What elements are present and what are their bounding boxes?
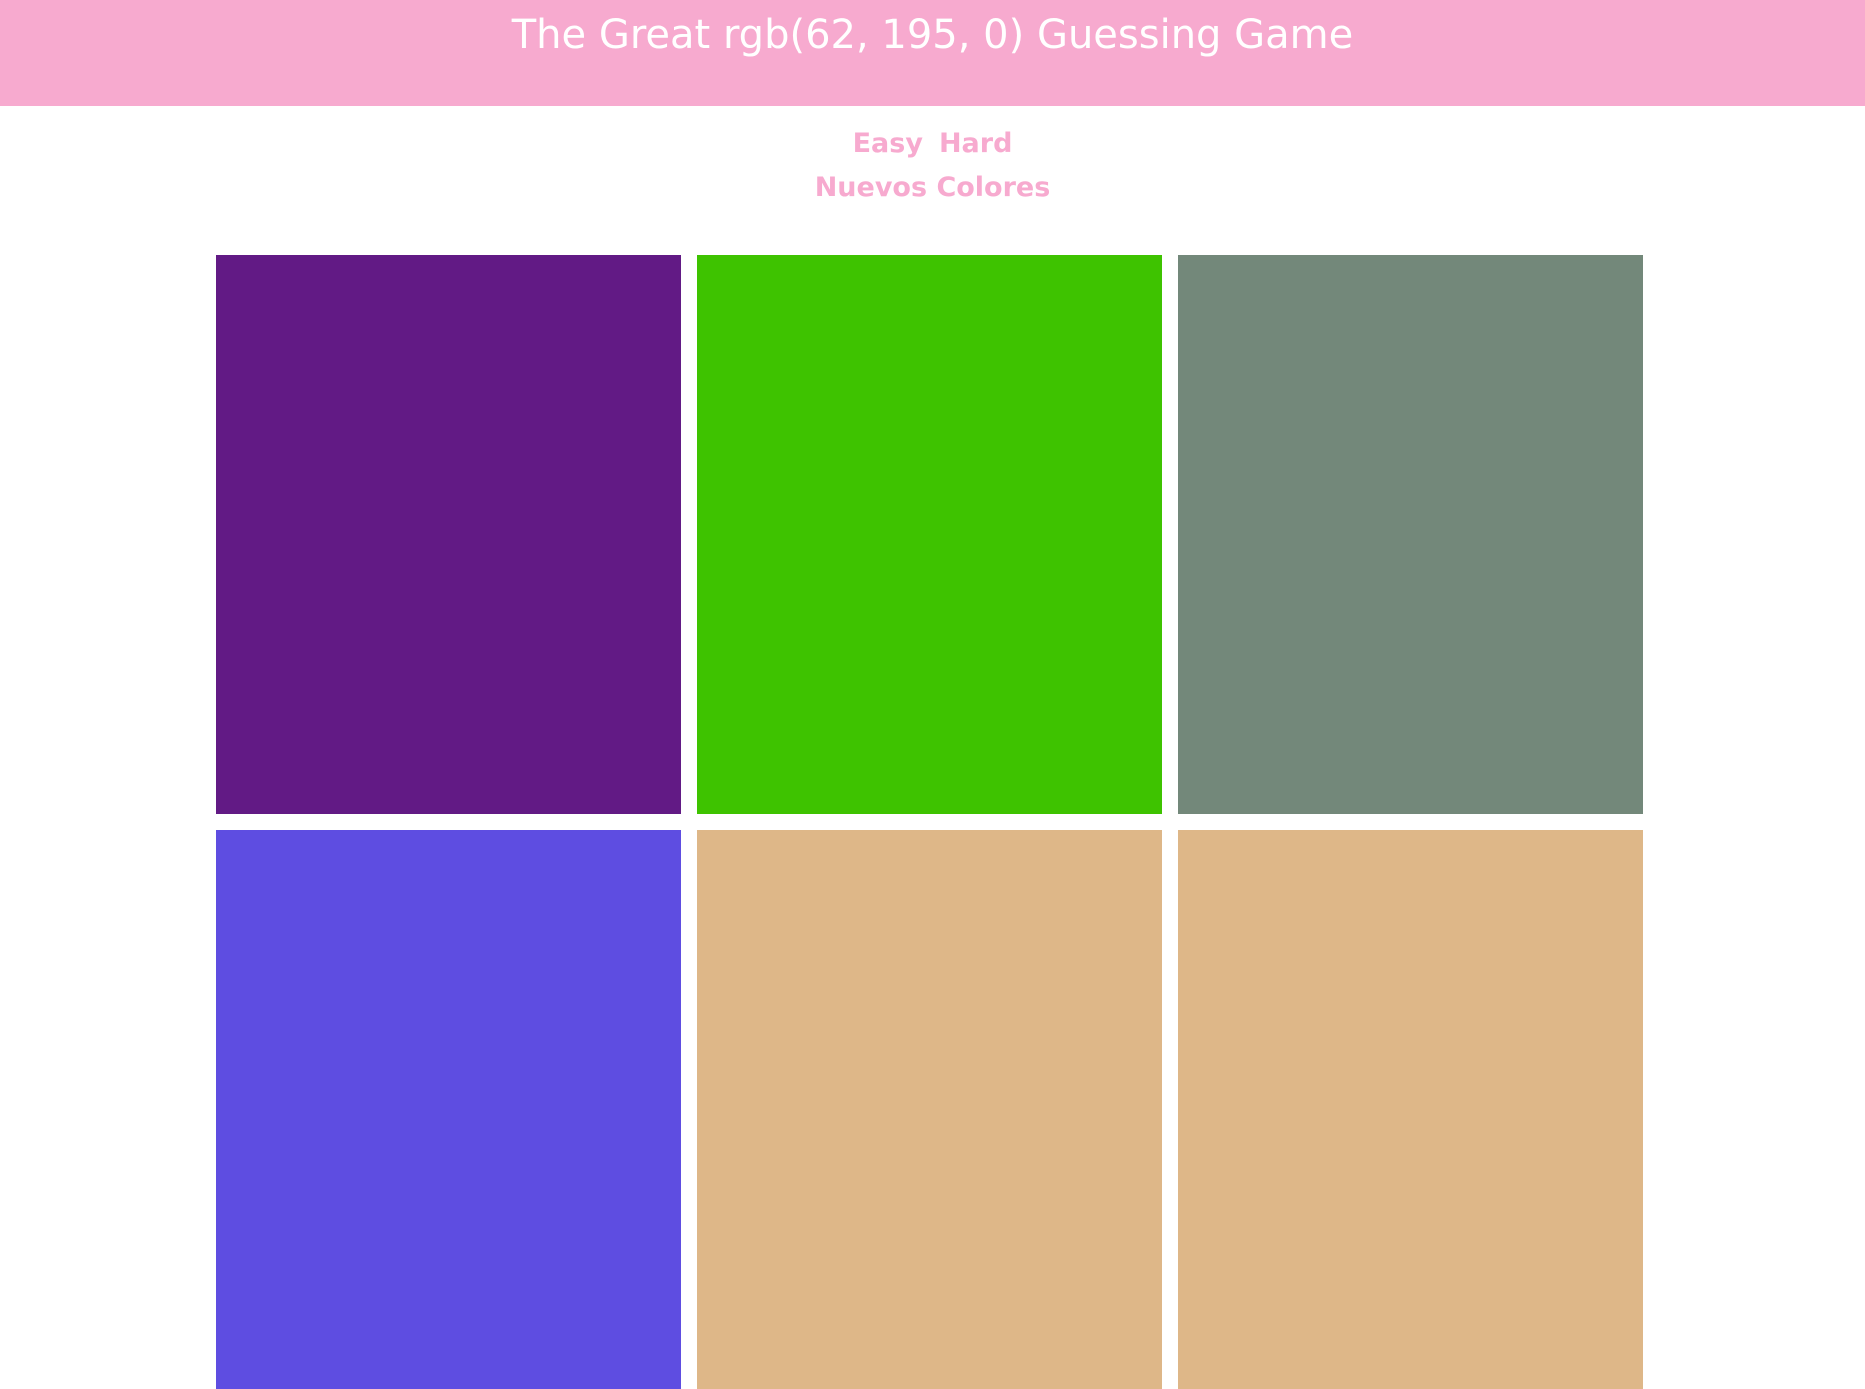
color-square[interactable]	[1178, 255, 1643, 814]
color-square[interactable]	[216, 830, 681, 1389]
header-bar: The Great rgb(62, 195, 0) Guessing Game	[0, 0, 1865, 106]
color-square[interactable]	[697, 255, 1162, 814]
controls-bar: Easy Hard Nuevos Colores	[0, 124, 1865, 208]
color-square[interactable]	[1178, 830, 1643, 1389]
new-colors-button[interactable]: Nuevos Colores	[0, 168, 1865, 208]
easy-button[interactable]: Easy	[853, 124, 923, 164]
color-square[interactable]	[697, 830, 1162, 1389]
color-square[interactable]	[216, 255, 681, 814]
hard-button[interactable]: Hard	[939, 124, 1012, 164]
mode-selector: Easy Hard	[0, 124, 1865, 164]
page-title: The Great rgb(62, 195, 0) Guessing Game	[511, 12, 1354, 58]
